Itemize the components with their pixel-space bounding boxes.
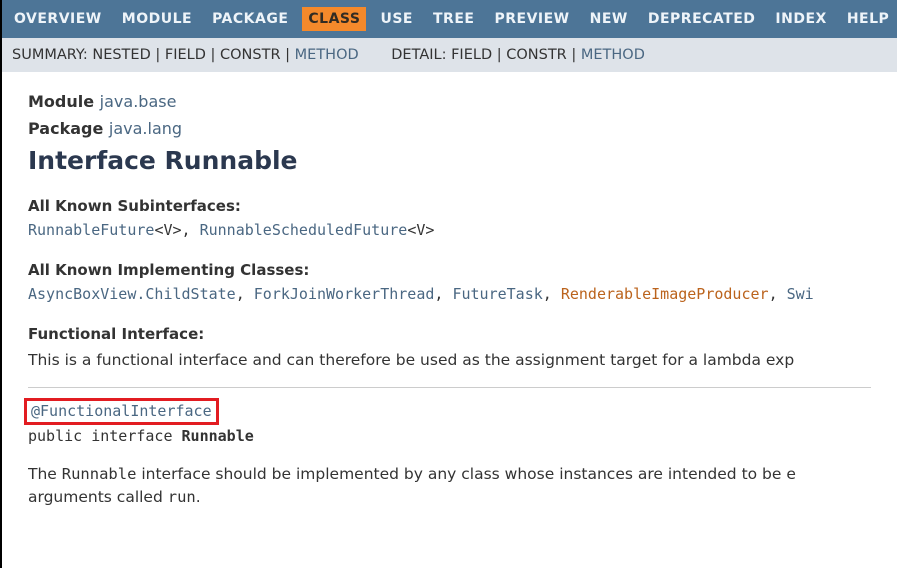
summary-label: SUMMARY: bbox=[12, 47, 88, 63]
implclasses-label: All Known Implementing Classes: bbox=[28, 261, 871, 279]
implclasses-list: AsyncBoxView.ChildState, ForkJoinWorkerT… bbox=[28, 285, 871, 303]
nav-deprecated[interactable]: DEPRECATED bbox=[642, 7, 762, 31]
implclass-link[interactable]: RenderableImageProducer bbox=[561, 285, 769, 303]
top-nav: OVERVIEW MODULE PACKAGE CLASS USE TREE PREVIEW… bbox=[2, 0, 897, 38]
summary-constr: CONSTR bbox=[220, 47, 281, 63]
subinterfaces-label: All Known Subinterfaces: bbox=[28, 197, 871, 215]
subinterface-link[interactable]: RunnableScheduledFuture bbox=[200, 221, 408, 239]
subinterfaces-list: RunnableFuture<V>, RunnableScheduledFutu… bbox=[28, 221, 871, 239]
summary-nested: NESTED bbox=[92, 47, 150, 63]
page-title: Interface Runnable bbox=[28, 146, 871, 175]
nav-help[interactable]: HELP bbox=[841, 7, 895, 31]
module-label: Module bbox=[28, 92, 94, 111]
functional-text: This is a functional interface and can t… bbox=[28, 349, 871, 371]
description-p2: arguments called run. bbox=[28, 486, 871, 508]
implclass-link[interactable]: ForkJoinWorkerThread bbox=[254, 285, 435, 303]
nav-new[interactable]: NEW bbox=[584, 7, 634, 31]
detail-method-link[interactable]: METHOD bbox=[581, 47, 645, 63]
implclass-link[interactable]: Swi bbox=[787, 285, 814, 303]
annotation-highlight: @FunctionalInterface bbox=[24, 398, 219, 425]
detail-label: DETAIL: bbox=[391, 47, 446, 63]
implclass-link[interactable]: AsyncBoxView.ChildState bbox=[28, 285, 236, 303]
modifiers: public interface bbox=[28, 427, 182, 445]
summary-method-link[interactable]: METHOD bbox=[295, 47, 359, 63]
nav-class[interactable]: CLASS bbox=[302, 7, 366, 31]
type-signature: public interface Runnable bbox=[28, 427, 871, 445]
code-runnable: Runnable bbox=[62, 465, 137, 483]
detail-constr: CONSTR bbox=[506, 47, 567, 63]
module-link[interactable]: java.base bbox=[100, 92, 177, 111]
package-label: Package bbox=[28, 119, 103, 138]
type-param: <V> bbox=[407, 221, 434, 239]
nav-use[interactable]: USE bbox=[374, 7, 419, 31]
sub-nav: SUMMARY: NESTED | FIELD | CONSTR | METHO… bbox=[2, 38, 897, 72]
nav-preview[interactable]: PREVIEW bbox=[488, 7, 575, 31]
functional-label: Functional Interface: bbox=[28, 325, 871, 343]
nav-package[interactable]: PACKAGE bbox=[206, 7, 294, 31]
main-content: Module java.base Package java.lang Inter… bbox=[2, 72, 897, 526]
subinterface-link[interactable]: RunnableFuture bbox=[28, 221, 154, 239]
separator bbox=[28, 387, 871, 388]
summary-field: FIELD bbox=[165, 47, 206, 63]
package-link[interactable]: java.lang bbox=[109, 119, 182, 138]
functional-interface-annotation-link[interactable]: @FunctionalInterface bbox=[31, 402, 212, 420]
detail-field: FIELD bbox=[451, 47, 492, 63]
nav-index[interactable]: INDEX bbox=[769, 7, 832, 31]
code-run: run bbox=[168, 488, 196, 506]
nav-overview[interactable]: OVERVIEW bbox=[8, 7, 108, 31]
nav-tree[interactable]: TREE bbox=[427, 7, 480, 31]
nav-module[interactable]: MODULE bbox=[116, 7, 198, 31]
typename: Runnable bbox=[182, 427, 254, 445]
description-p1: The Runnable interface should be impleme… bbox=[28, 463, 871, 485]
type-param: <V> bbox=[154, 221, 181, 239]
implclass-link[interactable]: FutureTask bbox=[452, 285, 542, 303]
